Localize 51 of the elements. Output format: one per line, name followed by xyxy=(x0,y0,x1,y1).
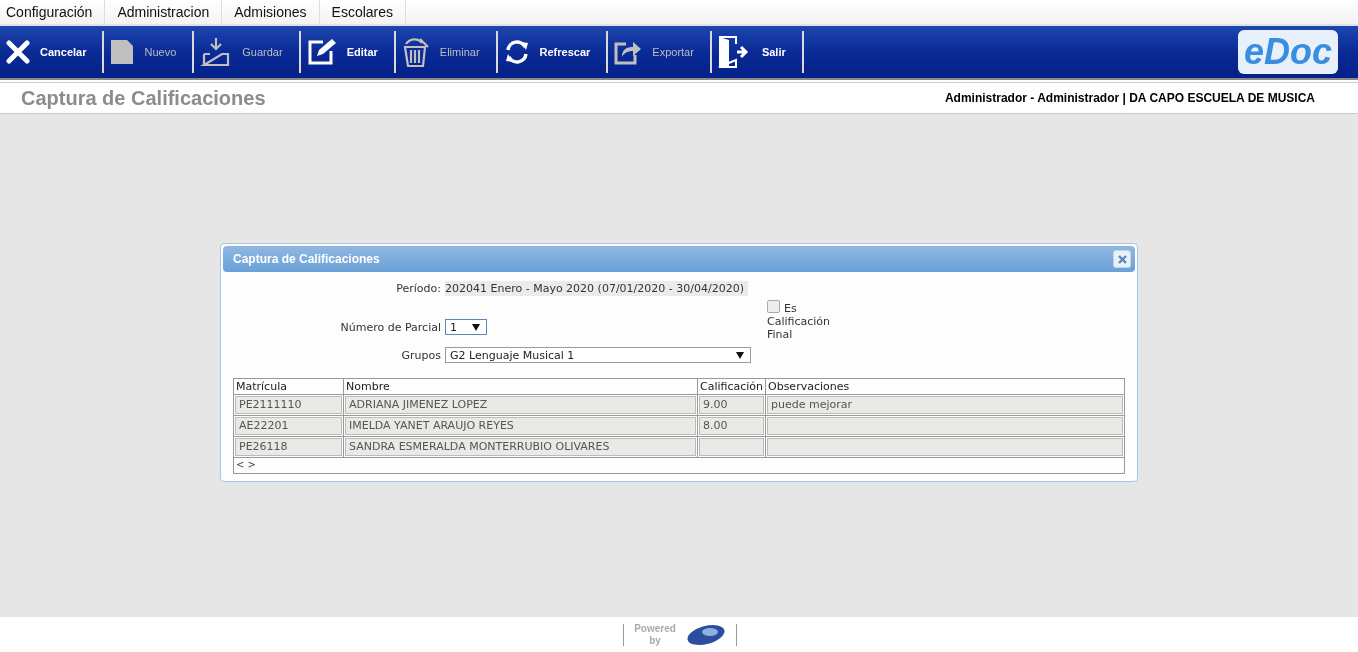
table-input-field[interactable]: PE26118 xyxy=(235,438,342,456)
close-icon xyxy=(6,40,30,64)
table-input-field[interactable]: 9.00 xyxy=(699,396,764,414)
column-header: Calificación xyxy=(698,379,766,395)
checkbox-label: Calificación Final xyxy=(767,315,832,341)
table-input-field[interactable]: 8.00 xyxy=(699,417,764,435)
table-input-field[interactable]: SANDRA ESMERALDA MONTERRUBIO OLIVARES xyxy=(345,438,696,456)
document-icon xyxy=(110,39,135,65)
table-input-field[interactable] xyxy=(767,438,1123,456)
powered-by-text: by xyxy=(649,634,661,647)
toolbar-button[interactable]: Editar xyxy=(300,26,394,78)
logo: eDoc xyxy=(1237,30,1338,74)
field-label: Número de Parcial xyxy=(339,320,441,334)
checkbox[interactable] xyxy=(767,300,780,313)
column-header: Matrícula xyxy=(234,379,344,395)
pager[interactable]: < > xyxy=(236,459,256,470)
groups-dropdown[interactable]: G2 Lenguaje Musical 1 xyxy=(445,347,751,363)
period-value: 202041 Enero - Mayo 2020 (07/01/2020 - 30/04/2020) xyxy=(445,280,748,296)
menu-item[interactable]: Administracion xyxy=(111,0,223,24)
company-logo-icon xyxy=(685,623,726,646)
checkbox-label: Es xyxy=(784,301,797,315)
export-icon xyxy=(614,39,643,65)
column-header: Observaciones xyxy=(766,379,1124,395)
table-input-field[interactable]: puede mejorar xyxy=(767,396,1123,414)
table-input-field[interactable]: AE22201 xyxy=(235,417,342,435)
toolbar-button[interactable]: Salir xyxy=(711,26,802,78)
dialog-title: Captura de Calificaciones xyxy=(233,252,380,266)
table-input-field[interactable]: IMELDA YANET ARAUJO REYES xyxy=(345,417,696,435)
column-header: Nombre xyxy=(344,379,698,395)
refresh-icon xyxy=(503,39,530,65)
field-label: Grupos xyxy=(400,348,441,362)
menu-item[interactable]: Admisiones xyxy=(228,0,320,24)
caret-down-icon xyxy=(736,351,744,359)
trash-icon xyxy=(401,37,430,67)
partial-dropdown[interactable]: 1 xyxy=(445,319,487,335)
table-input-field[interactable] xyxy=(767,417,1123,435)
toolbar-button[interactable]: Refrescar xyxy=(497,26,607,78)
edit-icon xyxy=(306,38,337,66)
field-label: Período: xyxy=(395,281,441,295)
close-icon xyxy=(1117,254,1127,264)
caret-down-icon xyxy=(472,323,480,331)
table-input-field[interactable] xyxy=(699,438,764,456)
page-title: Captura de Calificaciones xyxy=(21,86,266,110)
close-button[interactable] xyxy=(1113,250,1131,268)
menu-item[interactable]: Escolares xyxy=(325,0,407,24)
table-input-field[interactable]: PE2111110 xyxy=(235,396,342,414)
powered-by-text: Powered xyxy=(634,622,676,635)
table-input-field[interactable]: ADRIANA JIMENEZ LOPEZ xyxy=(345,396,696,414)
toolbar-button[interactable]: Cancelar xyxy=(0,26,103,78)
user-info: Administrador - Administrador | DA CAPO ESCUELA DE MUSICA xyxy=(944,91,1315,105)
menu-item[interactable]: Configuración xyxy=(0,0,106,24)
